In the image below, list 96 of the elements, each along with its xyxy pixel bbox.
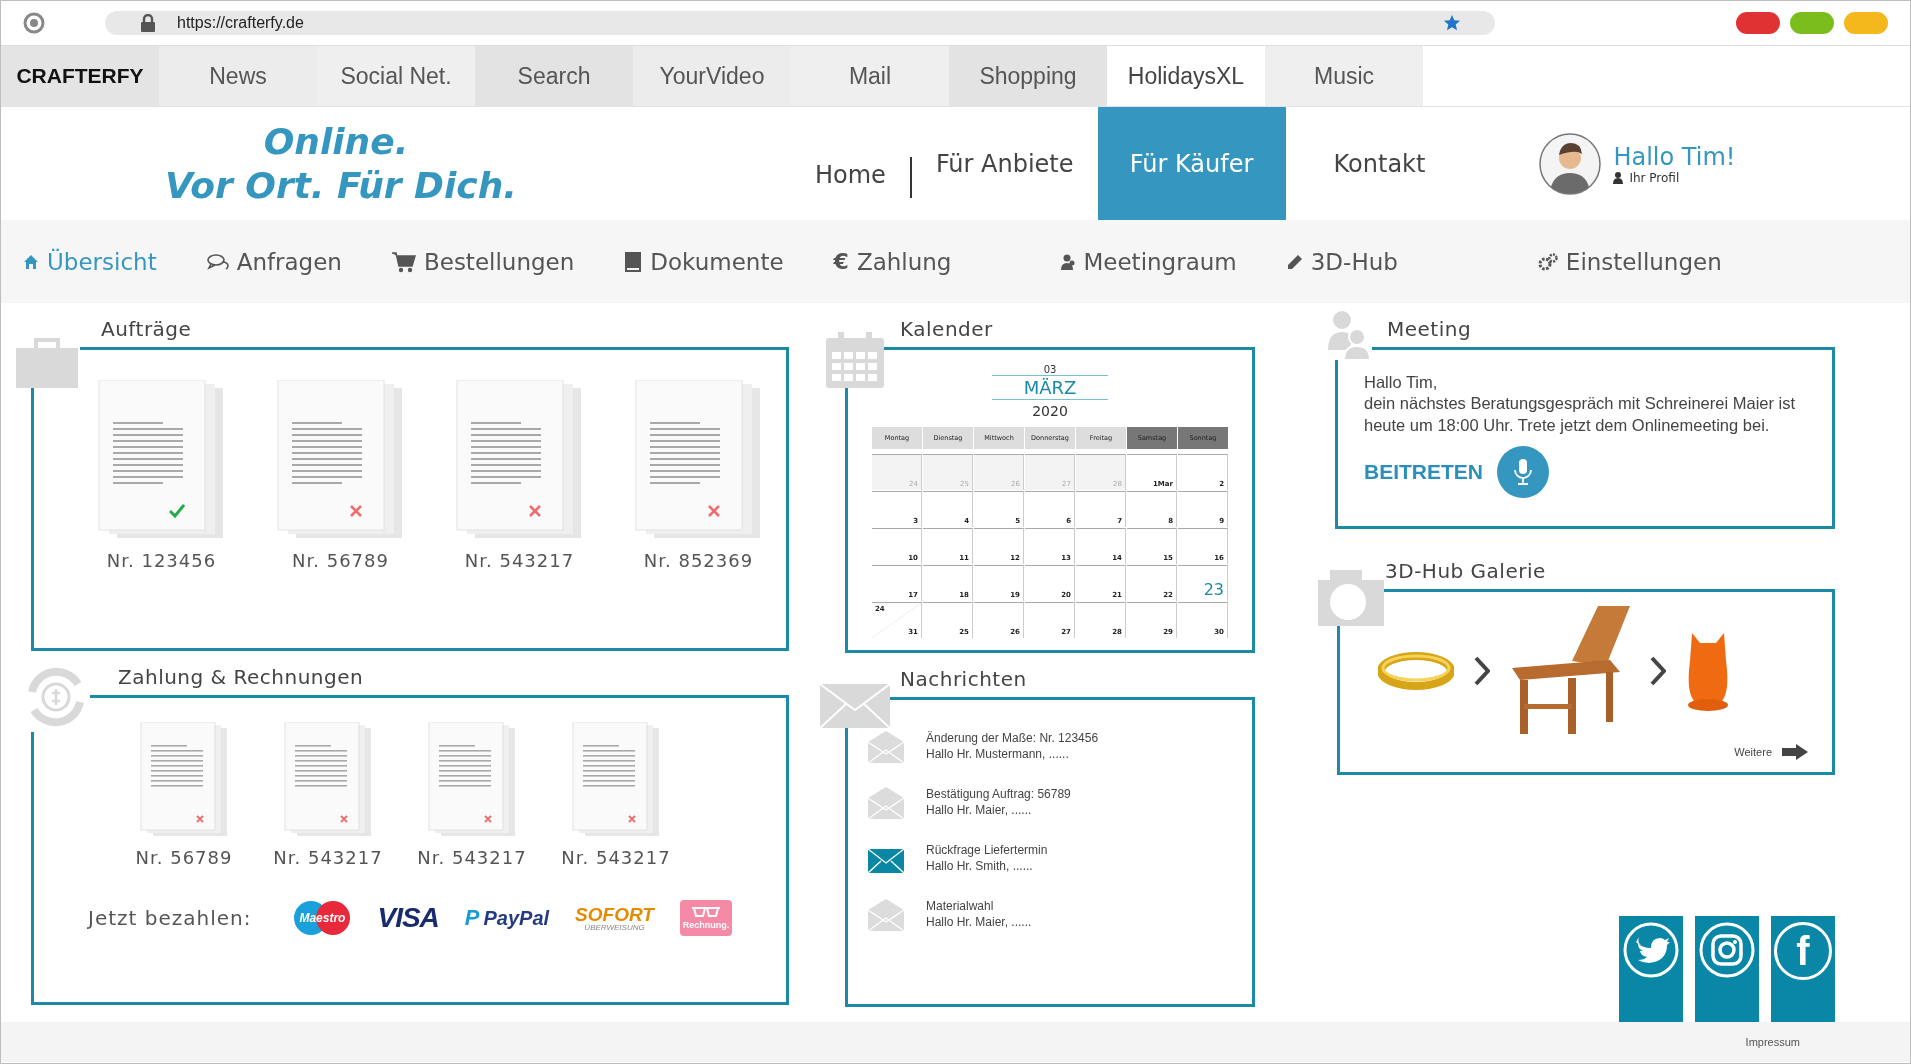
pencil-icon: [1286, 253, 1303, 270]
invoice-number: Nr. 543217: [417, 847, 527, 868]
bookmark-tab[interactable]: Mail: [791, 46, 949, 106]
bookmark-tab[interactable]: News: [159, 46, 317, 106]
message-subject: Änderung der Maße: Nr. 123456: [926, 731, 1099, 747]
bookmark-tab[interactable]: YourVideo: [633, 46, 791, 106]
nav-link[interactable]: Kontakt: [1309, 107, 1450, 220]
euro-icon: €: [833, 249, 849, 274]
document-stack-icon: [571, 722, 661, 837]
subnav-link[interactable]: Einstellungen: [1537, 248, 1722, 275]
person-icon: [1061, 253, 1076, 270]
bookmark-tab[interactable]: Social Net.: [317, 46, 475, 106]
subnav-link[interactable]: € Zahlung: [833, 248, 952, 275]
address-bar[interactable]: https://crafterfy.de: [105, 11, 1495, 35]
greeting-text: Hallo Tim!: [1613, 142, 1736, 171]
calendar-day[interactable]: 23: [1178, 565, 1228, 602]
social-link[interactable]: [1695, 916, 1759, 1022]
chat-icon: [206, 253, 229, 270]
bookmark-tab[interactable]: Search: [475, 46, 633, 106]
social-link[interactable]: [1619, 916, 1683, 1022]
year-text: 2020: [1032, 403, 1068, 420]
month-name: MÄRZ: [992, 375, 1108, 401]
payment-logo[interactable]: VISA: [377, 902, 439, 934]
calendar-icon: [826, 332, 884, 388]
envelope-icon: [820, 684, 890, 728]
nav-link[interactable]: Home: [791, 107, 910, 220]
profile-link[interactable]: Ihr Profil: [1613, 170, 1736, 185]
order-number: Nr. 56789: [292, 550, 389, 571]
url-text: https://crafterfy.de: [177, 14, 305, 32]
home-icon: [23, 253, 39, 270]
lock-icon: [139, 14, 157, 32]
subnav-link[interactable]: Dokumente: [624, 248, 784, 275]
message-item[interactable]: Änderung der Maße: Nr. 123456 Hallo Hr. Mustermann, ......: [868, 730, 1252, 764]
invoice-number: Nr. 543217: [561, 847, 671, 868]
book-icon: [624, 250, 643, 273]
brand-tab[interactable]: CRAFTERFY: [1, 46, 159, 106]
chevron-icon[interactable]: [1650, 656, 1666, 686]
join-link[interactable]: BEITRETEN: [1364, 460, 1483, 485]
briefcase-icon: [14, 336, 80, 388]
message-item[interactable]: Materialwahl Hallo Hr. Maier, ......: [868, 898, 1252, 932]
section-title: Kalender: [900, 317, 994, 341]
invoice-number: Nr. 56789: [135, 847, 233, 868]
window-button[interactable]: [1736, 12, 1780, 34]
message-subject: Rückfrage Liefertermin: [926, 843, 1048, 859]
microphone-button[interactable]: [1497, 446, 1549, 499]
bookmark-tab[interactable]: Shopping: [949, 46, 1107, 106]
subnav-link[interactable]: Anfragen: [206, 248, 342, 275]
camera-icon: [1318, 570, 1384, 626]
document-stack-icon: [427, 722, 517, 837]
meeting-message: Hallo Tim, dein nächstes Beratungsgespräch mit Schreinerei Maier ist heute um 18:00 Uhr. Trete jetzt dem Onlinemeeting bei.: [1364, 372, 1797, 436]
cart-icon: [391, 250, 416, 273]
gears-icon: [1537, 252, 1558, 271]
payment-logo[interactable]: P PayPal: [464, 905, 550, 931]
section-title: 3D-Hub Galerie: [1385, 559, 1547, 583]
order-number: Nr. 123456: [106, 550, 217, 571]
section-title: Meeting: [1387, 317, 1473, 341]
section-title: Nachrichten: [900, 667, 1028, 691]
social-link[interactable]: f: [1771, 916, 1835, 1022]
month-number: 03: [1043, 364, 1057, 375]
imprint-link[interactable]: Impressum: [1745, 1036, 1800, 1048]
subnav-link[interactable]: 3D-Hub: [1286, 248, 1398, 275]
section-title: Aufträge: [101, 317, 193, 341]
star-icon[interactable]: [1443, 14, 1461, 32]
more-link[interactable]: Weitere: [1734, 744, 1808, 760]
section-title: Zahlung & Rechnungen: [118, 665, 365, 689]
message-preview: Hallo Hr. Maier, ......: [926, 803, 1033, 819]
message-item[interactable]: Rückfrage Liefertermin Hallo Hr. Smith, ......: [868, 842, 1252, 876]
window-button[interactable]: [1790, 12, 1834, 34]
message-preview: Hallo Hr. Smith, ......: [926, 859, 1034, 875]
message-subject: Bestätigung Auftrag: 56789: [926, 787, 1071, 803]
order-number: Nr. 852369: [643, 550, 754, 571]
document-stack-icon: [139, 722, 229, 837]
message-preview: Hallo Hr. Mustermann, ......: [926, 747, 1070, 763]
bird-icon: [1623, 922, 1679, 978]
message-subject: Materialwahl: [926, 899, 995, 915]
message-preview: Hallo Hr. Maier, ......: [926, 915, 1032, 931]
chevron-icon[interactable]: [1474, 656, 1490, 686]
pay-label: Jetzt bezahlen:: [88, 906, 252, 930]
settings-icon[interactable]: [23, 12, 45, 34]
subnav-link[interactable]: Bestellungen: [391, 248, 575, 275]
document-stack-icon: [283, 722, 373, 837]
microphone-icon: [1513, 458, 1533, 487]
slogan-line: Vor Ort. Für Dich.: [165, 163, 517, 207]
nav-link[interactable]: Für Anbiete: [911, 107, 1098, 220]
slogan-line: Online.: [263, 120, 409, 164]
message-item[interactable]: Bestätigung Auftrag: 56789 Hallo Hr. Maier, ......: [868, 786, 1252, 820]
camera-icon: [1699, 922, 1755, 978]
day-number: 23: [1203, 580, 1224, 600]
payment-logo[interactable]: SOFORT ÜBERWEISUNG: [575, 904, 654, 932]
avatar-icon[interactable]: [1539, 132, 1602, 195]
arrow-right-icon: [1782, 744, 1808, 760]
order-number: Nr. 543217: [464, 550, 575, 571]
person-icon: [1613, 171, 1624, 184]
invoice-number: Nr. 543217: [273, 847, 383, 868]
bookmark-tab[interactable]: Music: [1265, 46, 1423, 106]
subnav-link[interactable]: Meetingraum: [1061, 248, 1237, 275]
